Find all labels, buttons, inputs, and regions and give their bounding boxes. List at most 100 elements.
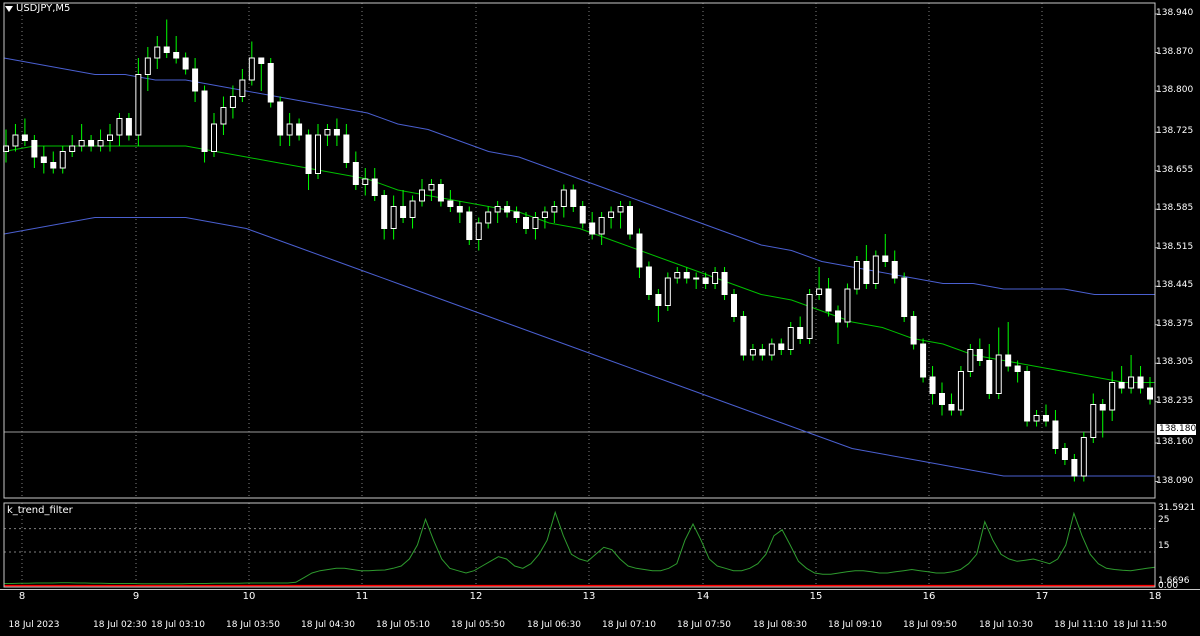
candle	[50, 151, 57, 174]
indicator-layer	[4, 510, 1156, 587]
candle	[144, 47, 151, 91]
candle-body	[97, 140, 104, 147]
candle	[456, 201, 463, 223]
candle-body	[343, 134, 350, 163]
candle	[362, 168, 369, 196]
candle-body	[144, 57, 151, 75]
candle-body	[466, 211, 473, 240]
candle	[1061, 443, 1068, 465]
candle	[419, 179, 425, 207]
candle-body	[731, 294, 737, 317]
candle-body	[1147, 387, 1153, 400]
candle	[211, 113, 217, 157]
candle-body	[759, 349, 766, 356]
candle-body	[135, 74, 142, 136]
indicator-tick-label: 25	[1158, 515, 1170, 525]
candle	[107, 124, 113, 152]
candle	[220, 96, 227, 135]
candle	[381, 190, 388, 240]
indicator-title: k_trend_filter	[7, 505, 73, 516]
candle-body	[513, 211, 520, 218]
candle	[976, 338, 983, 366]
candle-body	[296, 123, 303, 136]
candle-body	[400, 206, 407, 218]
candle-body	[504, 206, 511, 213]
candle-body	[967, 349, 974, 372]
time-tick-label: 18 Jul 05:10	[376, 620, 430, 630]
candle	[731, 289, 737, 322]
candle	[192, 58, 199, 102]
candle-body	[201, 90, 208, 152]
candle-body	[929, 376, 936, 394]
candle	[135, 58, 142, 146]
candle	[1147, 377, 1153, 405]
candle	[1052, 410, 1059, 454]
candle-body	[835, 310, 841, 323]
candle	[78, 124, 85, 152]
price-tick-label: 138.515	[1156, 241, 1194, 252]
candle	[88, 135, 95, 152]
candle	[910, 311, 917, 350]
candle-body	[220, 107, 227, 125]
day-tick-label: 12	[469, 591, 483, 602]
candle-body	[853, 261, 860, 290]
candle	[636, 228, 643, 278]
candle-body	[806, 294, 813, 339]
dropdown-triangle-icon[interactable]	[5, 5, 13, 12]
candle-body	[721, 272, 728, 295]
candle-body	[986, 360, 993, 394]
candle	[125, 113, 132, 141]
candle	[40, 146, 47, 174]
time-tick-label: 18 Jul 11:50	[1113, 620, 1167, 630]
candle	[504, 201, 511, 218]
candle	[551, 201, 558, 223]
price-tick-label: 138.445	[1156, 280, 1194, 291]
candle-body	[655, 294, 662, 306]
candle-body	[59, 151, 66, 169]
candle-body	[50, 162, 57, 169]
candle	[721, 267, 728, 300]
candle-body	[163, 46, 170, 53]
candle	[891, 250, 898, 284]
sub-frame	[3, 502, 1156, 588]
indicator-tick-label: 15	[1158, 541, 1170, 551]
candle-body	[428, 184, 435, 191]
candle	[343, 124, 350, 168]
symbol-title-text: USDJPY,M5	[16, 3, 71, 14]
candle	[683, 267, 690, 284]
time-tick-label: 18 Jul 06:30	[527, 620, 581, 630]
candle-body	[768, 343, 775, 356]
candle	[267, 58, 274, 108]
candle	[995, 327, 1002, 399]
candle-body	[494, 206, 501, 213]
candle-body	[636, 233, 643, 268]
candle	[163, 19, 170, 58]
time-tick-label: 18 Jul 2023	[8, 620, 60, 630]
price-tick-label: 138.235	[1156, 395, 1194, 406]
candle	[1043, 404, 1049, 427]
day-tick-label: 14	[696, 591, 710, 602]
candle-body	[1137, 376, 1144, 389]
candle-body	[125, 118, 132, 136]
candle-body	[579, 206, 586, 224]
candle-body	[485, 211, 492, 224]
time-tick-label: 18 Jul 10:30	[979, 620, 1033, 630]
chart-window[interactable]: USDJPY,M5 k_trend_filter 138.940 138.870 1…	[0, 0, 1200, 636]
price-tick-label: 138.585	[1156, 203, 1194, 214]
candle-body	[182, 57, 189, 70]
candle	[69, 135, 76, 157]
candle-body	[957, 371, 964, 411]
candle	[920, 338, 927, 383]
candle-body	[258, 57, 265, 64]
day-tick-label: 18	[1148, 591, 1162, 602]
indicator-tick-label: 31.5921	[1158, 503, 1196, 513]
symbol-title[interactable]: USDJPY,M5	[5, 3, 70, 14]
candle	[409, 195, 416, 229]
candle-body	[1128, 376, 1135, 389]
price-chart[interactable]	[0, 0, 1200, 636]
candle-body	[362, 178, 369, 185]
candle-body	[1052, 420, 1059, 449]
candle-body	[1109, 382, 1116, 411]
candle	[59, 146, 66, 174]
price-tick-label: 138.655	[1156, 164, 1194, 175]
